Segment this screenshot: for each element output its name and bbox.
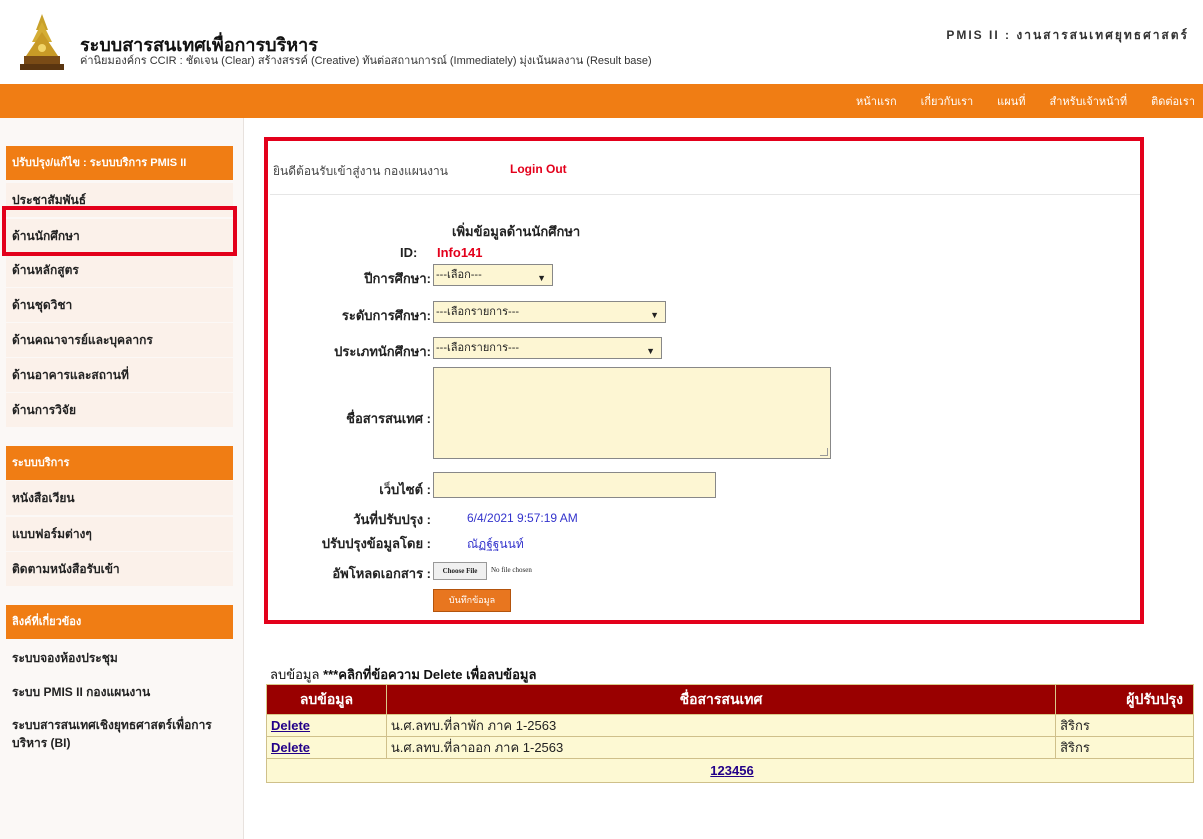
sidebar-link-bi[interactable]: ระบบสารสนเทศเชิงยุทธศาสตร์เพื่อการบริหาร… bbox=[6, 710, 233, 754]
delete-cell: Delete bbox=[266, 736, 387, 759]
sidebar-item-circulars[interactable]: หนังสือเวียน bbox=[6, 481, 233, 515]
pager-row: 123456 bbox=[266, 758, 1194, 783]
sidebar-item-courses[interactable]: ด้านชุดวิชา bbox=[6, 288, 233, 322]
col-header-updater: ผู้ปรับปรุง bbox=[1055, 684, 1194, 715]
site-tag: PMIS II : งานสารสนเทศยุทธศาสตร์ bbox=[946, 28, 1189, 42]
updater-cell: สิริกร bbox=[1055, 714, 1194, 737]
sidebar-link-bi-label: ระบบสารสนเทศเชิงยุทธศาสตร์เพื่อการบริหาร… bbox=[12, 718, 212, 750]
col-header-delete: ลบข้อมูล bbox=[266, 684, 387, 715]
table-caption-prefix: ลบข้อมูล bbox=[270, 667, 320, 682]
page-link-6[interactable]: 6 bbox=[746, 763, 753, 778]
sidebar-item-research[interactable]: ด้านการวิจัย bbox=[6, 393, 233, 427]
nav-items: หน้าแรก เกี่ยวกับเรา แผนที่ สำหรับเจ้าหน… bbox=[832, 84, 1195, 118]
sidebar-item-curriculum[interactable]: ด้านหลักสูตร bbox=[6, 253, 233, 287]
sidebar-item-tracking[interactable]: ติดตามหนังสือรับเข้า bbox=[6, 552, 233, 586]
page-link-3[interactable]: 3 bbox=[725, 763, 732, 778]
site-subtitle: ค่านิยมองค์กร CCIR : ชัดเจน (Clear) สร้า… bbox=[80, 55, 652, 67]
nav-home[interactable]: หน้าแรก bbox=[856, 92, 897, 110]
table-header-row: ลบข้อมูล ชื่อสารสนเทศ ผู้ปรับปรุง bbox=[266, 684, 1194, 715]
sidebar-section-links-title: ลิงค์ที่เกี่ยวข้อง bbox=[6, 605, 233, 639]
highlight-box-sidebar bbox=[2, 206, 237, 256]
sidebar-item-staff[interactable]: ด้านคณาจารย์และบุคลากร bbox=[6, 323, 233, 357]
info-name-cell: น.ศ.ลทบ.ที่ลาออก ภาค 1-2563 bbox=[385, 736, 1057, 759]
nav-map[interactable]: แผนที่ bbox=[997, 92, 1025, 110]
sidebar-link-meeting-room[interactable]: ระบบจองห้องประชุม bbox=[6, 641, 233, 675]
updater-cell: สิริกร bbox=[1055, 736, 1194, 759]
sidebar-section-edit-title: ปรับปรุง/แก้ไข : ระบบบริการ PMIS II bbox=[6, 146, 233, 180]
pager: 123456 bbox=[266, 758, 1194, 783]
sidebar-link-pmis[interactable]: ระบบ PMIS II กองแผนงาน bbox=[6, 675, 233, 709]
highlight-box-form bbox=[264, 137, 1144, 624]
nav-contact[interactable]: ติดต่อเรา bbox=[1151, 92, 1195, 110]
sidebar-section-services-title: ระบบบริการ bbox=[6, 446, 233, 480]
table-caption-text: ***คลิกที่ข้อความ Delete เพื่อลบข้อมูล bbox=[319, 667, 537, 682]
delete-link[interactable]: Delete bbox=[271, 718, 310, 733]
info-table: ลบข้อมูล ชื่อสารสนเทศ ผู้ปรับปรุง Delete… bbox=[266, 684, 1194, 783]
table-caption: ลบข้อมูล ***คลิกที่ข้อความ Delete เพื่อล… bbox=[270, 664, 536, 685]
top-navbar: หน้าแรก เกี่ยวกับเรา แผนที่ สำหรับเจ้าหน… bbox=[0, 84, 1203, 118]
nav-staff[interactable]: สำหรับเจ้าหน้าที่ bbox=[1049, 92, 1127, 110]
table-row: Delete น.ศ.ลทบ.ที่ลาพัก ภาค 1-2563 สิริก… bbox=[266, 714, 1194, 737]
info-name-cell: น.ศ.ลทบ.ที่ลาพัก ภาค 1-2563 bbox=[385, 714, 1057, 737]
page-link-1[interactable]: 1 bbox=[710, 763, 717, 778]
university-logo-icon bbox=[20, 14, 64, 70]
delete-link[interactable]: Delete bbox=[271, 740, 310, 755]
page-link-2[interactable]: 2 bbox=[718, 763, 725, 778]
col-header-name: ชื่อสารสนเทศ bbox=[385, 684, 1057, 715]
sidebar-item-forms[interactable]: แบบฟอร์มต่างๆ bbox=[6, 517, 233, 551]
nav-about[interactable]: เกี่ยวกับเรา bbox=[921, 92, 974, 110]
table-row: Delete น.ศ.ลทบ.ที่ลาออก ภาค 1-2563 สิริก… bbox=[266, 736, 1194, 759]
sidebar-item-buildings[interactable]: ด้านอาคารและสถานที่ bbox=[6, 358, 233, 392]
site-header: ระบบสารสนเทศเพื่อการบริหาร ค่านิยมองค์กร… bbox=[0, 0, 1203, 84]
delete-cell: Delete bbox=[266, 714, 387, 737]
